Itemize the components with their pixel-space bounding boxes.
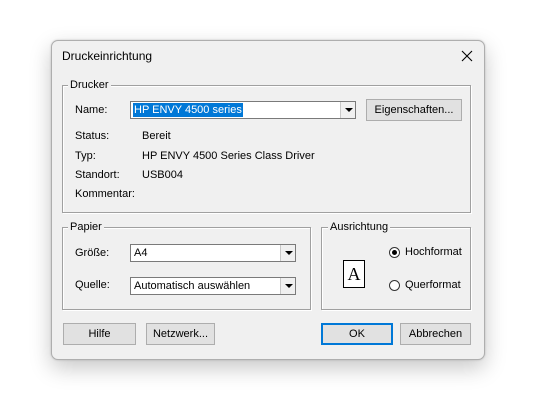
network-button[interactable]: Netzwerk... [146, 323, 215, 345]
status-label: Status: [75, 130, 110, 142]
comment-label: Kommentar: [75, 188, 135, 200]
status-value: Bereit [142, 130, 171, 142]
paper-size-value: A4 [134, 247, 148, 259]
dialog-title: Druckeinrichtung [62, 49, 153, 63]
help-button[interactable]: Hilfe [63, 323, 136, 345]
printer-name-label: Name: [75, 104, 108, 116]
properties-button[interactable]: Eigenschaften... [366, 99, 462, 121]
paper-source-label: Quelle: [75, 279, 110, 291]
printer-group-legend: Drucker [68, 79, 111, 91]
portrait-radio[interactable] [389, 247, 400, 258]
landscape-radio[interactable] [389, 280, 400, 291]
type-label: Typ: [75, 150, 96, 162]
paper-group-legend: Papier [68, 221, 104, 233]
chevron-down-icon[interactable] [280, 245, 295, 261]
ok-button[interactable]: OK [321, 323, 393, 345]
printer-name-value: HP ENVY 4500 series [133, 103, 243, 117]
close-button[interactable] [455, 45, 479, 67]
portrait-label[interactable]: Hochformat [405, 246, 462, 259]
landscape-label[interactable]: Querformat [405, 279, 461, 292]
paper-group [62, 227, 311, 310]
printer-name-select[interactable]: HP ENVY 4500 series [130, 101, 356, 119]
paper-source-value: Automatisch auswählen [134, 280, 251, 292]
location-value: USB004 [142, 169, 183, 181]
paper-size-select[interactable]: A4 [130, 244, 296, 262]
radio-selected-dot [392, 250, 397, 255]
location-label: Standort: [75, 169, 120, 181]
type-value: HP ENVY 4500 Series Class Driver [142, 150, 315, 162]
chevron-down-icon[interactable] [280, 278, 295, 294]
paper-source-select[interactable]: Automatisch auswählen [130, 277, 296, 295]
paper-size-label: Größe: [75, 247, 110, 259]
chevron-down-icon[interactable] [340, 102, 355, 118]
print-setup-dialog: Druckeinrichtung Drucker Name: HP ENVY 4… [51, 40, 485, 360]
close-icon [461, 50, 473, 62]
cancel-button[interactable]: Abbrechen [400, 323, 471, 345]
orientation-group-legend: Ausrichtung [328, 221, 391, 233]
portrait-page-icon: A [343, 260, 365, 288]
